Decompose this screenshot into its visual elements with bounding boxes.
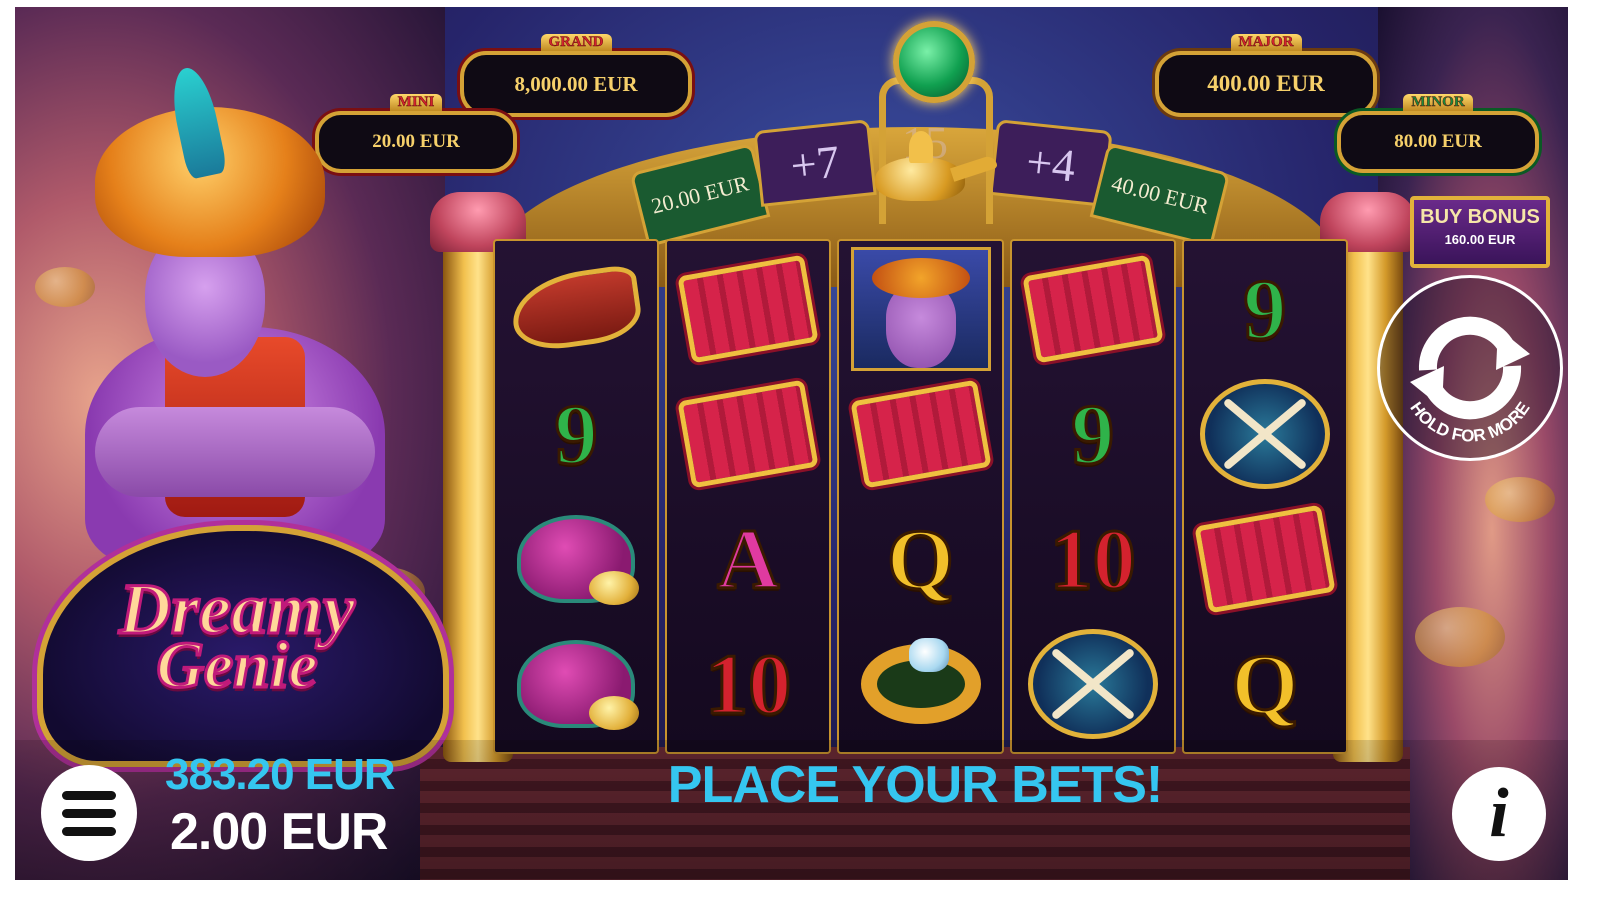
reel-5: 9 Q [1181, 239, 1349, 754]
jackpot-minor-value: 80.00 EUR [1394, 131, 1482, 152]
reel-grid: 9 A 10 Q 9 10 9 Q [493, 239, 1349, 754]
buy-bonus-price: 160.00 EUR [1444, 232, 1516, 247]
jackpot-major-label: MAJOR [1230, 34, 1302, 51]
jackpot-minor: MINOR 80.00 EUR [1337, 93, 1539, 173]
jackpot-minor-label: MINOR [1403, 94, 1473, 111]
magic-carpet-symbol [677, 253, 819, 365]
status-message: PLACE YOUR BETS! [667, 756, 1163, 814]
queen-symbol: Q [886, 510, 956, 607]
jackpot-major-value: 400.00 EUR [1207, 71, 1325, 96]
coin-bag-symbol [506, 628, 646, 740]
ace-symbol: A [716, 510, 781, 607]
info-button[interactable]: i [1452, 767, 1546, 861]
nine-symbol: 9 [553, 386, 599, 483]
reel-3: Q [837, 239, 1004, 754]
slipper-symbol [506, 253, 646, 365]
refresh-arrows-icon: HOLD FOR MORE [1406, 316, 1534, 446]
spin-button[interactable]: HOLD FOR MORE [1377, 275, 1563, 461]
magic-carpet-symbol [849, 378, 992, 490]
magic-lamp-icon [855, 117, 999, 217]
queen-symbol: Q [1230, 635, 1300, 732]
buy-bonus-button[interactable]: BUY BONUS 160.00 EUR [1410, 196, 1550, 268]
genie-wild-symbol [850, 247, 991, 372]
magic-carpet-symbol [1022, 253, 1164, 365]
game-stage: 20.00 EUR +7 +4 40.00 EUR 15 9 A 10 Q [15, 7, 1568, 880]
reel-2: A 10 [665, 239, 832, 754]
coin-pile [1415, 607, 1505, 667]
jackpot-grand-value: 8,000.00 EUR [514, 71, 638, 96]
crossed-swords-symbol [1023, 628, 1163, 740]
nine-symbol: 9 [1070, 386, 1116, 483]
diamond-ring-symbol [851, 628, 991, 740]
reel-4: 9 10 [1009, 239, 1176, 754]
hamburger-menu-icon[interactable] [41, 765, 137, 861]
magic-carpet-symbol [677, 378, 819, 490]
ten-symbol: 10 [704, 635, 793, 732]
coin-pile [1485, 477, 1555, 522]
emerald-gem-icon [893, 21, 975, 103]
logo-line-2: Genie [155, 629, 319, 702]
bet-value[interactable]: 2.00 EUR [170, 802, 388, 862]
magic-carpet-symbol [1194, 503, 1336, 615]
ten-symbol: 10 [1048, 510, 1137, 607]
balance-value: 383.20 EUR [165, 750, 396, 799]
nine-symbol: 9 [1242, 261, 1288, 358]
coin-bag-symbol [506, 503, 646, 615]
game-logo: Dreamy Genie [37, 485, 449, 767]
buy-bonus-label: BUY BONUS [1420, 206, 1540, 228]
info-icon: i [1489, 775, 1509, 852]
crossed-swords-symbol [1195, 378, 1335, 490]
reel-1: 9 [493, 239, 660, 754]
jackpot-grand-label: GRAND [540, 34, 612, 51]
